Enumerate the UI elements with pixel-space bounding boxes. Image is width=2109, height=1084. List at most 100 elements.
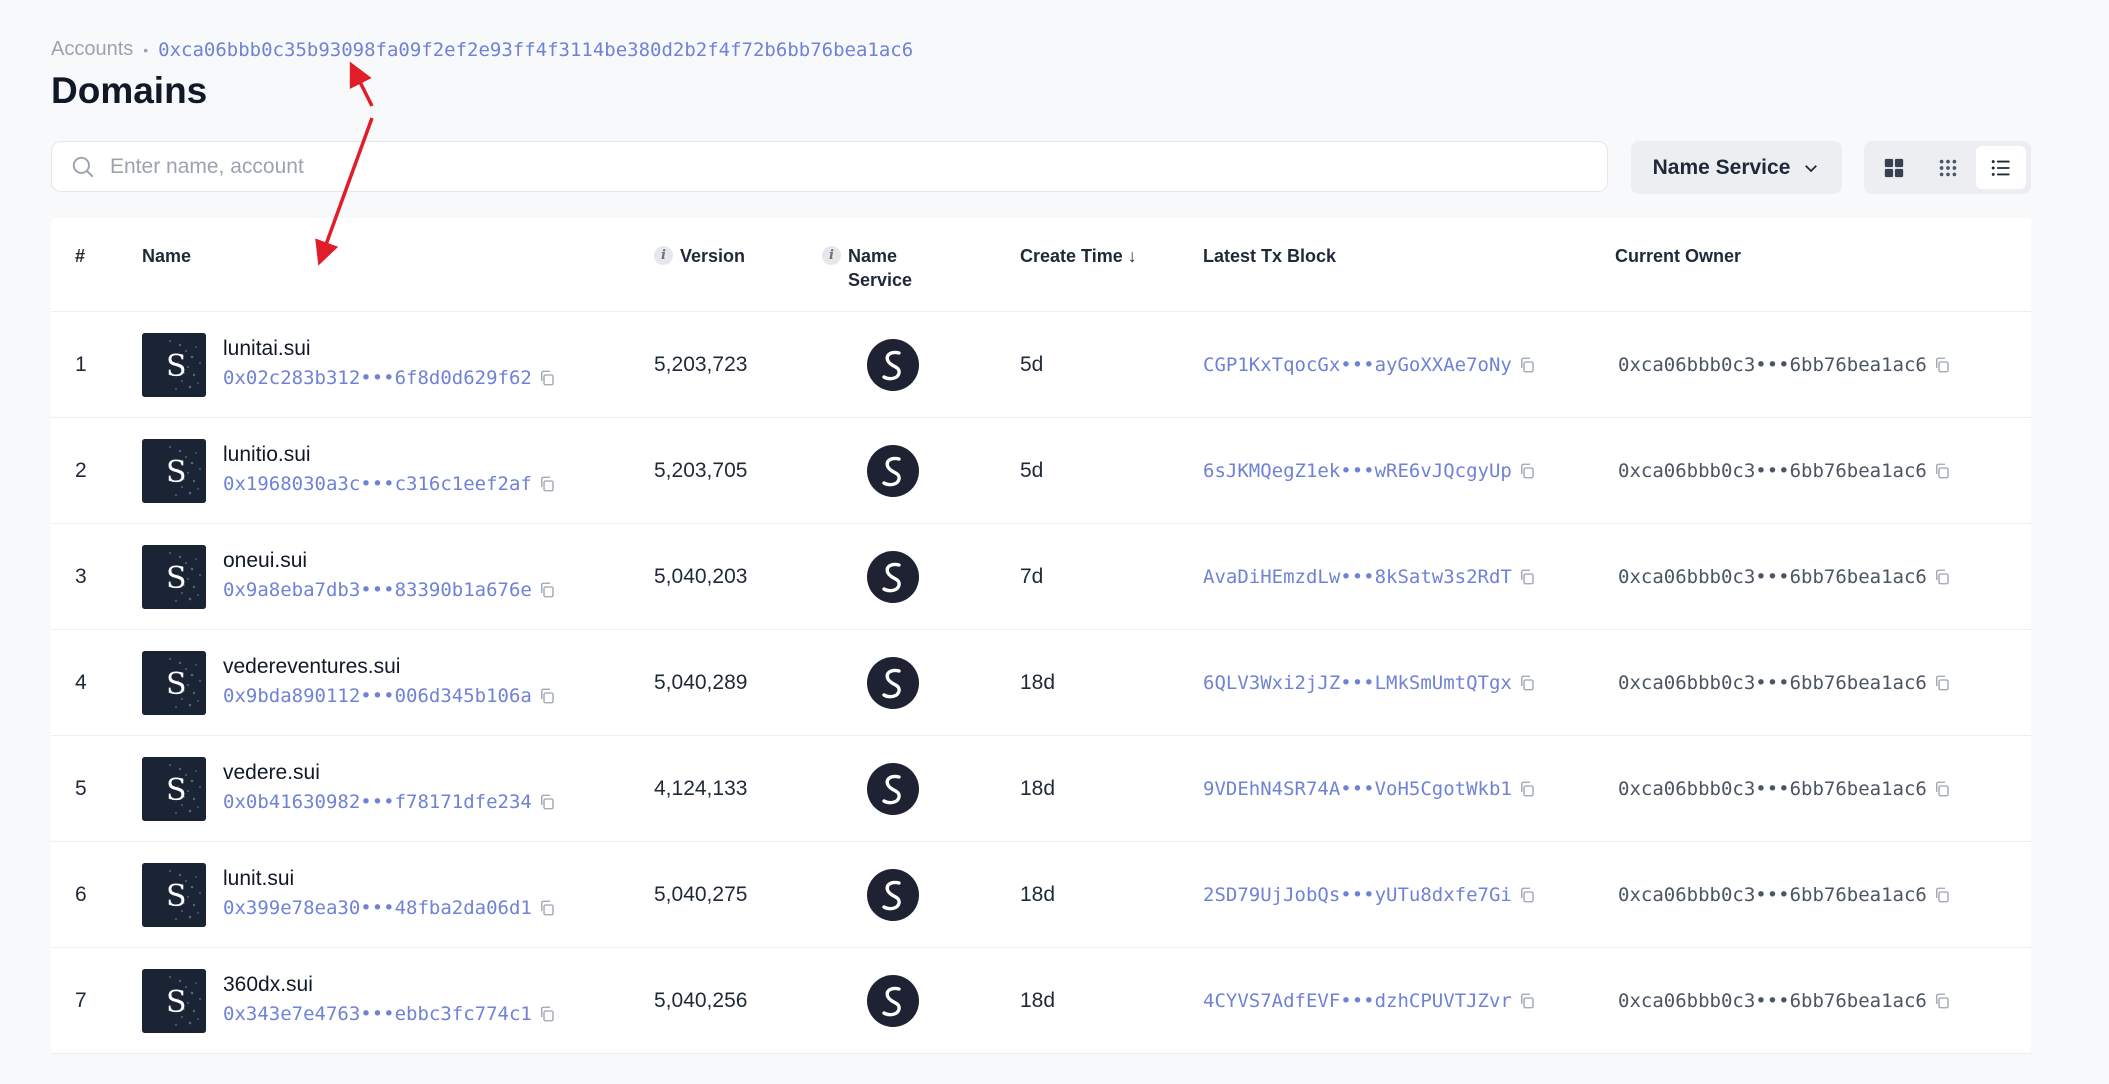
svg-text:S: S — [166, 773, 187, 808]
copy-icon[interactable] — [538, 899, 556, 917]
row-number: 6 — [75, 883, 87, 906]
copy-icon[interactable] — [1933, 674, 1951, 692]
breadcrumb-accounts-link[interactable]: Accounts — [51, 38, 133, 61]
create-time-value: 7d — [1020, 565, 1044, 588]
copy-icon[interactable] — [1518, 674, 1536, 692]
row-number: 5 — [75, 777, 87, 800]
suins-logo-icon — [867, 869, 919, 921]
copy-icon[interactable] — [538, 1005, 556, 1023]
copy-icon[interactable] — [538, 687, 556, 705]
domain-avatar: S — [142, 333, 206, 397]
breadcrumb-account-address[interactable]: 0xca06bbb0c35b93098fa09f2ef2e93ff4f3114b… — [158, 39, 913, 61]
latest-tx-link[interactable]: CGP1KxTqocGx•••ayGoXXAe7oNy — [1203, 354, 1512, 376]
version-value: 5,040,275 — [654, 883, 748, 906]
sui-domain-image-icon: S — [142, 333, 206, 397]
owner-address[interactable]: 0xca06bbb0c3•••6bb76bea1ac6 — [1618, 354, 1927, 376]
search-input[interactable] — [110, 154, 1510, 179]
grid-large-view-button[interactable] — [1869, 146, 1919, 189]
table-row[interactable]: 4 S vedereventures.sui 0x9bda890112•••00… — [51, 630, 2031, 736]
latest-tx-link[interactable]: 4CYVS7AdfEVF•••dzhCPUVTJZvr — [1203, 990, 1512, 1012]
domain-object-id-link[interactable]: 0x399e78ea30•••48fba2da06d1 — [223, 897, 532, 919]
table-row[interactable]: 5 S vedere.sui 0x0b41630982•••f78171dfe2… — [51, 736, 2031, 842]
chevron-down-icon — [1805, 164, 1818, 172]
row-number: 7 — [75, 989, 87, 1012]
copy-icon[interactable] — [1933, 886, 1951, 904]
header-create-time-sort[interactable]: Create Time ↓ — [1020, 244, 1137, 268]
domain-object-id: 0x02c283b312•••6f8d0d629f62 — [223, 367, 556, 389]
header-name: Name — [142, 246, 192, 266]
search-box[interactable] — [51, 141, 1608, 192]
copy-icon[interactable] — [1518, 462, 1536, 480]
table-row[interactable]: 6 S lunit.sui 0x399e78ea30•••48fba2da06d… — [51, 842, 2031, 948]
latest-tx-link[interactable]: 6sJKMQegZ1ek•••wRE6vJQcgyUp — [1203, 460, 1512, 482]
copy-icon[interactable] — [538, 475, 556, 493]
table-row[interactable]: 1 S lunitai.sui 0x02c283b312•••6f8d0d629… — [51, 312, 2031, 418]
suins-s-icon — [882, 456, 901, 487]
domain-object-id-link[interactable]: 0x02c283b312•••6f8d0d629f62 — [223, 367, 532, 389]
domain-object-id-link[interactable]: 0x1968030a3c•••c316c1eef2af — [223, 473, 532, 495]
info-icon[interactable]: i — [654, 246, 673, 265]
domain-name[interactable]: oneui.sui — [223, 549, 307, 573]
view-mode-toggle — [1864, 141, 2031, 194]
suins-logo-icon — [867, 975, 919, 1027]
header-version: i Version — [654, 244, 745, 268]
copy-icon[interactable] — [1518, 886, 1536, 904]
latest-tx-block: 4CYVS7AdfEVF•••dzhCPUVTJZvr — [1203, 948, 1536, 1054]
latest-tx-link[interactable]: AvaDiHEmzdLw•••8kSatw3s2RdT — [1203, 566, 1512, 588]
latest-tx-link[interactable]: 2SD79UjJobQs•••yUTu8dxfe7Gi — [1203, 884, 1512, 906]
header-name-service: i Name Service — [822, 244, 912, 292]
list-view-button[interactable] — [1976, 146, 2027, 189]
domains-table: # Name i Version i Name Service Create T… — [51, 218, 2031, 1054]
latest-tx-link[interactable]: 9VDEhN4SR74A•••VoH5CgotWkb1 — [1203, 778, 1512, 800]
domain-object-id-link[interactable]: 0x343e7e4763•••ebbc3fc774c1 — [223, 1003, 532, 1025]
domain-name[interactable]: lunitio.sui — [223, 443, 311, 467]
domain-name[interactable]: vedere.sui — [223, 761, 320, 785]
domain-avatar: S — [142, 969, 206, 1033]
suins-logo-icon — [867, 445, 919, 497]
latest-tx-block: 2SD79UjJobQs•••yUTu8dxfe7Gi — [1203, 842, 1536, 948]
owner-address[interactable]: 0xca06bbb0c3•••6bb76bea1ac6 — [1618, 566, 1927, 588]
domain-name[interactable]: lunit.sui — [223, 867, 294, 891]
create-time-value: 5d — [1020, 459, 1044, 482]
header-num: # — [75, 246, 86, 266]
domain-object-id-link[interactable]: 0x9bda890112•••006d345b106a — [223, 685, 532, 707]
latest-tx-link[interactable]: 6QLV3Wxi2jJZ•••LMkSmUmtQTgx — [1203, 672, 1512, 694]
domain-object-id: 0x9a8eba7db3•••83390b1a676e — [223, 579, 556, 601]
breadcrumb: Accounts • 0xca06bbb0c35b93098fa09f2ef2e… — [51, 38, 913, 61]
breadcrumb-separator: • — [143, 41, 149, 58]
copy-icon[interactable] — [538, 581, 556, 599]
owner-address[interactable]: 0xca06bbb0c3•••6bb76bea1ac6 — [1618, 672, 1927, 694]
copy-icon[interactable] — [1933, 462, 1951, 480]
copy-icon[interactable] — [1933, 992, 1951, 1010]
domain-name[interactable]: lunitai.sui — [223, 337, 311, 361]
domain-name[interactable]: vedereventures.sui — [223, 655, 400, 679]
copy-icon[interactable] — [1933, 356, 1951, 374]
copy-icon[interactable] — [538, 793, 556, 811]
owner-address[interactable]: 0xca06bbb0c3•••6bb76bea1ac6 — [1618, 460, 1927, 482]
copy-icon[interactable] — [1518, 356, 1536, 374]
owner-address[interactable]: 0xca06bbb0c3•••6bb76bea1ac6 — [1618, 778, 1927, 800]
domain-avatar: S — [142, 863, 206, 927]
svg-text:S: S — [166, 561, 187, 596]
owner-address[interactable]: 0xca06bbb0c3•••6bb76bea1ac6 — [1618, 990, 1927, 1012]
row-number: 2 — [75, 459, 87, 482]
domain-name[interactable]: 360dx.sui — [223, 973, 313, 997]
owner-address[interactable]: 0xca06bbb0c3•••6bb76bea1ac6 — [1618, 884, 1927, 906]
name-service-dropdown[interactable]: Name Service — [1631, 141, 1842, 194]
domain-object-id-link[interactable]: 0x9a8eba7db3•••83390b1a676e — [223, 579, 532, 601]
grid-small-view-button[interactable] — [1923, 146, 1973, 189]
copy-icon[interactable] — [1518, 568, 1536, 586]
domain-object-id-link[interactable]: 0x0b41630982•••f78171dfe234 — [223, 791, 532, 813]
copy-icon[interactable] — [538, 369, 556, 387]
copy-icon[interactable] — [1933, 568, 1951, 586]
copy-icon[interactable] — [1518, 992, 1536, 1010]
info-icon[interactable]: i — [822, 246, 841, 265]
svg-text:S: S — [166, 879, 187, 914]
copy-icon[interactable] — [1933, 780, 1951, 798]
domain-avatar: S — [142, 757, 206, 821]
table-row[interactable]: 2 S lunitio.sui 0x1968030a3c•••c316c1eef… — [51, 418, 2031, 524]
table-row[interactable]: 3 S oneui.sui 0x9a8eba7db3•••83390b1a676… — [51, 524, 2031, 630]
copy-icon[interactable] — [1518, 780, 1536, 798]
table-header: # Name i Version i Name Service Create T… — [51, 218, 2031, 312]
table-row[interactable]: 7 S 360dx.sui 0x343e7e4763•••ebbc3fc774c… — [51, 948, 2031, 1054]
